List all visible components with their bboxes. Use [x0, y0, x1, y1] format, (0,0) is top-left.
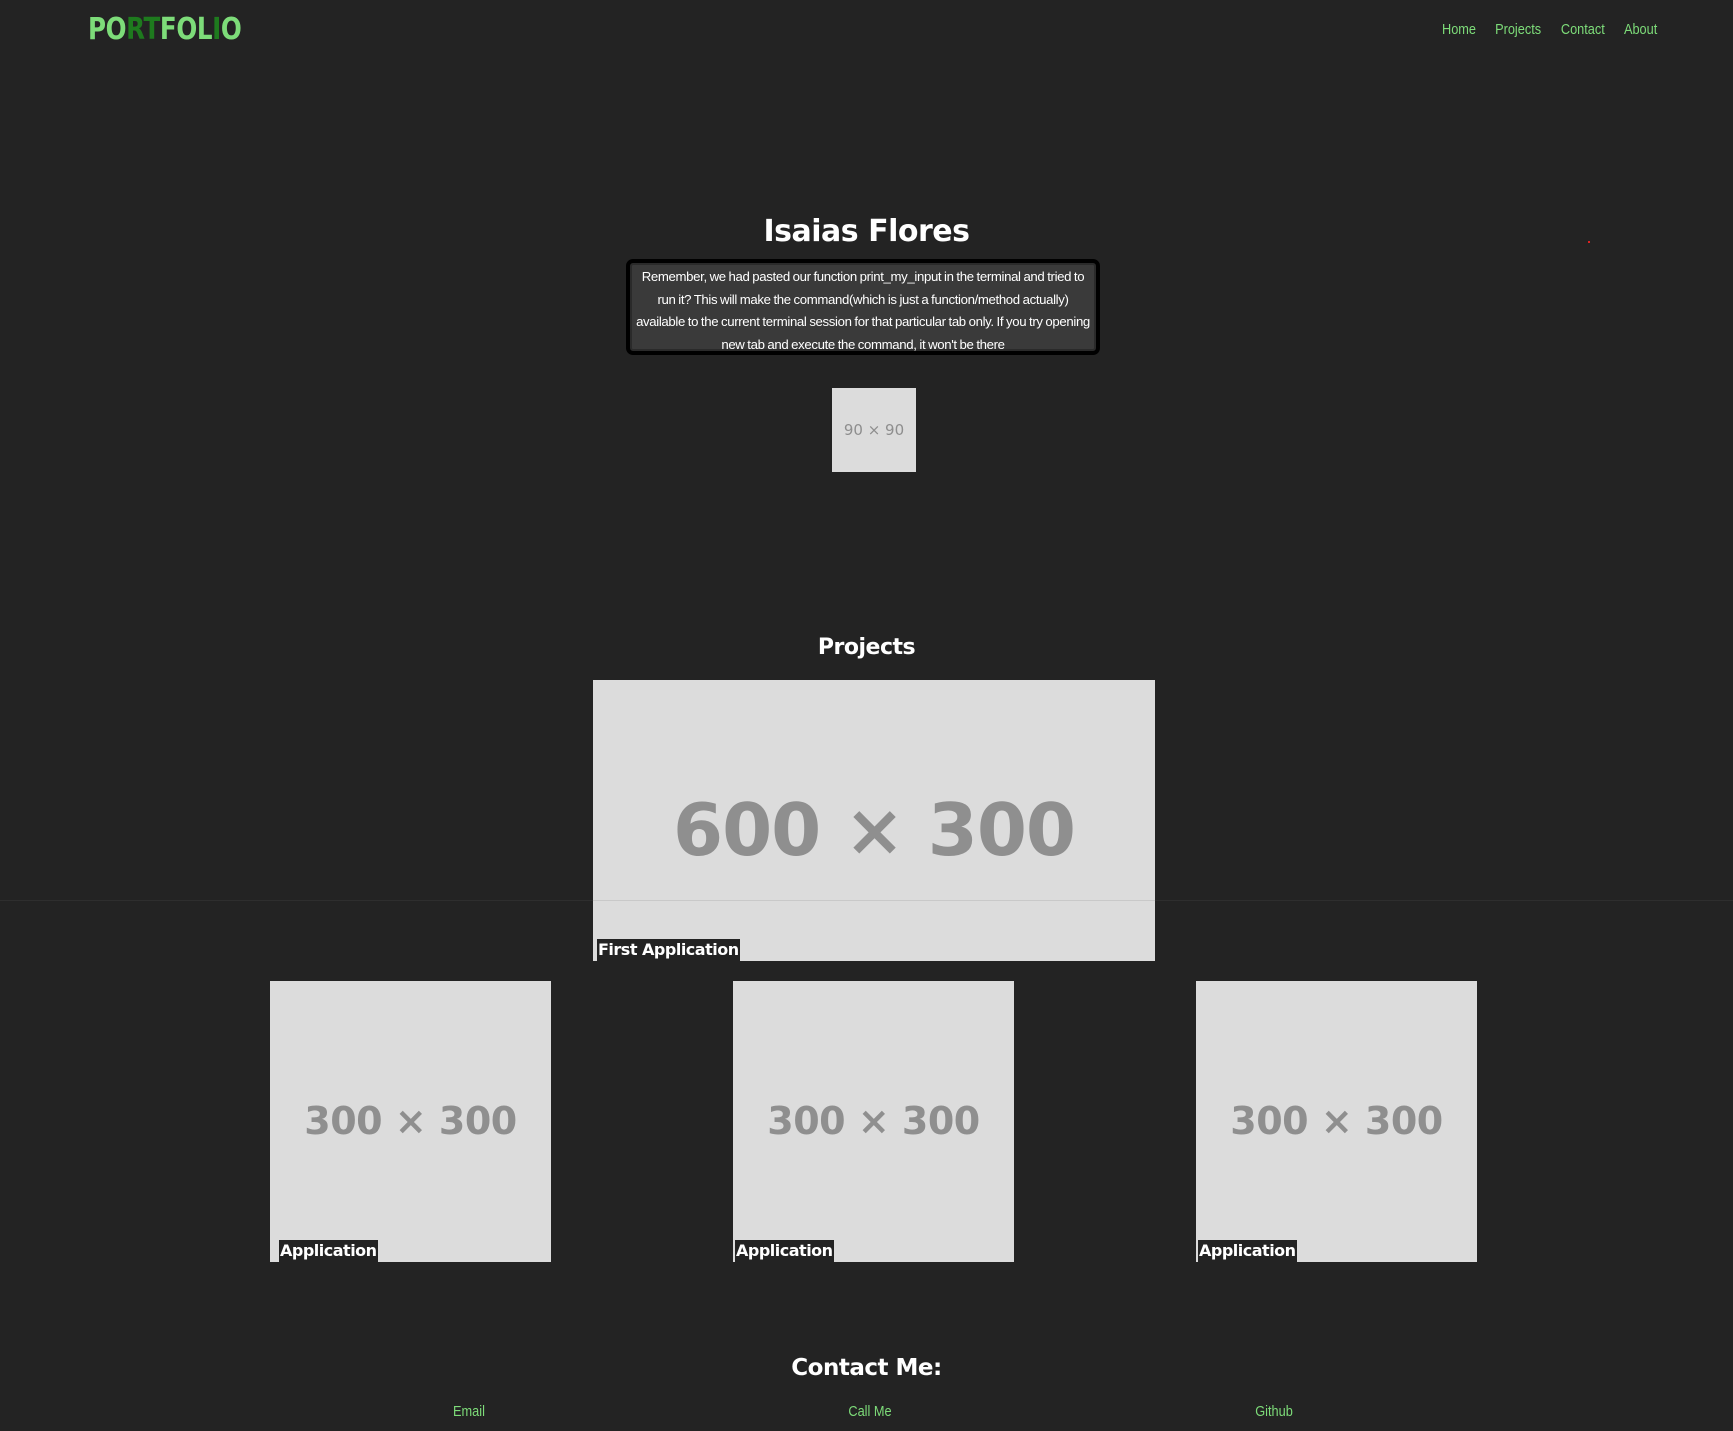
contact-github-link[interactable]: Github: [1255, 1400, 1293, 1424]
project-placeholder: 300 × 300: [304, 1099, 517, 1143]
featured-project-placeholder: 600 × 300: [672, 788, 1076, 872]
page: PORTFOLIO Home Projects Contact About Is…: [0, 0, 1733, 1431]
logo-part: L: [196, 12, 213, 47]
projects-title: Projects: [817, 635, 916, 660]
project-card[interactable]: 300 × 300 Application: [1196, 981, 1477, 1262]
logo-part: FO: [159, 12, 197, 47]
hero-bio: Remember, we had pasted our function pri…: [626, 259, 1100, 355]
contact-title: Contact Me:: [791, 1355, 942, 1381]
featured-project-caption: First Application: [597, 939, 740, 961]
logo[interactable]: PORTFOLIO: [88, 12, 242, 48]
logo-part: O: [220, 12, 242, 47]
project-card[interactable]: 300 × 300 Application: [733, 981, 1014, 1262]
logo-part: PO: [88, 12, 127, 47]
contact-email-link[interactable]: Email: [453, 1400, 485, 1424]
project-caption: Application: [735, 1240, 834, 1262]
featured-divider: [593, 900, 1155, 901]
nav-home-link[interactable]: Home: [1442, 18, 1476, 42]
project-placeholder: 300 × 300: [767, 1099, 980, 1143]
hero-name: Isaias Flores: [763, 214, 970, 249]
project-placeholder: 300 × 300: [1230, 1099, 1443, 1143]
project-caption: Application: [1198, 1240, 1297, 1262]
logo-part: I: [212, 12, 221, 47]
nav-projects-link[interactable]: Projects: [1495, 18, 1541, 42]
project-caption: Application: [279, 1240, 378, 1262]
project-card[interactable]: 300 × 300 Application: [270, 981, 551, 1262]
contact-call-link[interactable]: Call Me: [848, 1400, 891, 1424]
featured-project-card[interactable]: 600 × 300 First Application: [593, 680, 1155, 961]
nav-contact-link[interactable]: Contact: [1561, 18, 1605, 42]
logo-part: RT: [126, 12, 160, 47]
top-nav: Home Projects Contact About: [1439, 18, 1660, 42]
nav-about-link[interactable]: About: [1624, 18, 1657, 42]
avatar-placeholder-label: 90 × 90: [843, 421, 905, 439]
avatar: 90 × 90: [832, 388, 916, 472]
